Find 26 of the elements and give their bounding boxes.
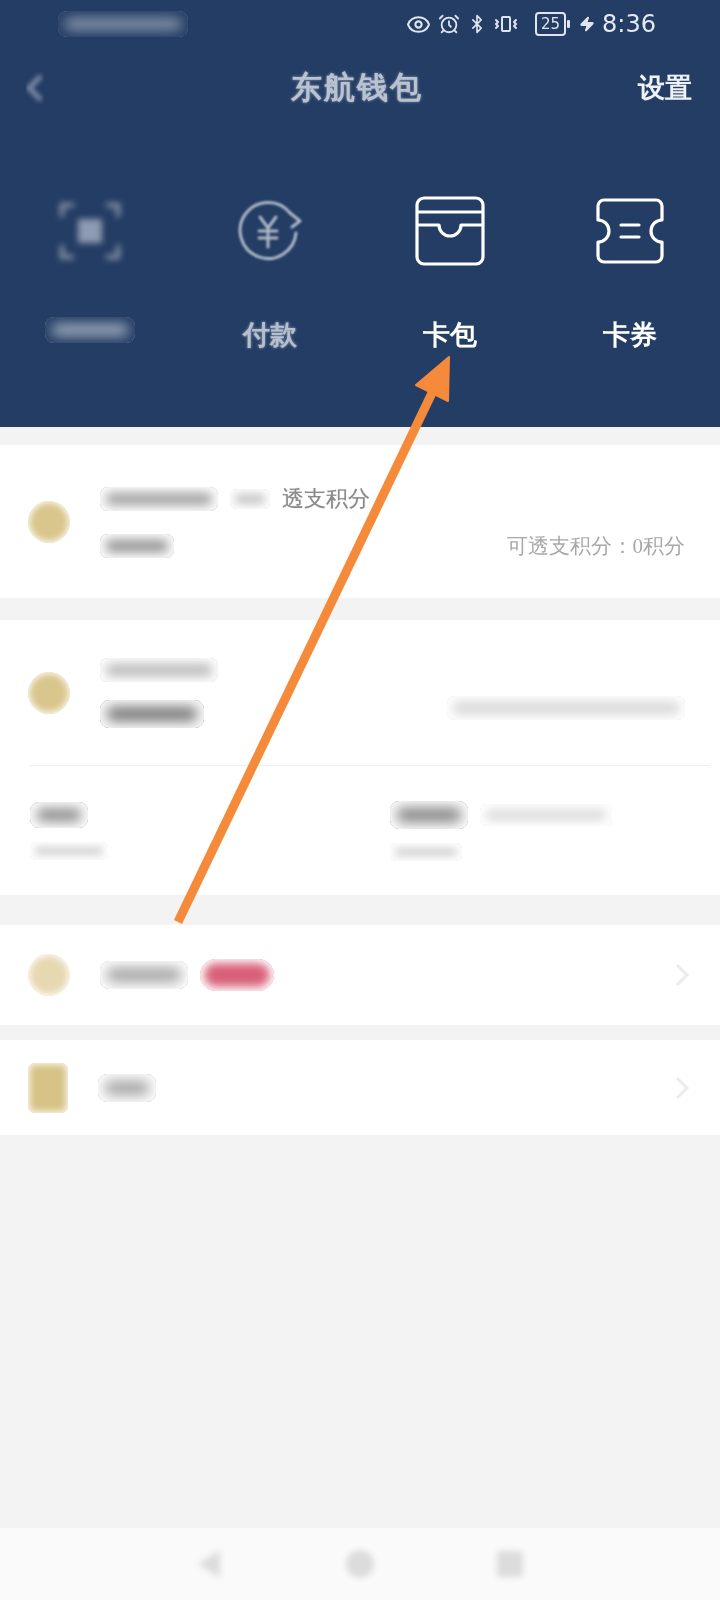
page-title: 东航钱包 <box>291 69 423 107</box>
points-account-card[interactable]: 透支积分 可透支积分：0积分 <box>0 445 720 598</box>
charging-icon <box>579 16 596 32</box>
overdraft-points-text: 可透支积分：0积分 <box>506 532 685 560</box>
quick-action-button[interactable]: 付款 <box>180 195 360 353</box>
blurred-text <box>390 842 462 861</box>
blurred-text <box>98 1073 156 1102</box>
battery-indicator: 25 <box>535 12 567 36</box>
blurred-text <box>230 488 270 509</box>
alarm-icon <box>438 13 460 35</box>
coin-icon <box>28 500 70 543</box>
list-row[interactable] <box>0 1040 720 1135</box>
ticket-icon <box>594 195 666 267</box>
card-holder-icon <box>414 195 486 267</box>
quick-action-button[interactable]: 卡包 <box>360 195 540 353</box>
blurred-signal-icon <box>58 11 188 37</box>
account-note: 透支积分 <box>282 484 370 513</box>
coin-icon <box>28 671 70 714</box>
clock-time: 8:36 <box>602 10 656 38</box>
tile-icon <box>28 1062 68 1113</box>
coin-icon <box>28 954 70 996</box>
settings-link[interactable]: 设置 <box>638 70 692 106</box>
quick-action-button[interactable]: 卡券 <box>540 195 720 353</box>
blurred-text <box>30 801 88 828</box>
list-row[interactable] <box>0 925 720 1025</box>
account-card[interactable] <box>0 620 720 895</box>
